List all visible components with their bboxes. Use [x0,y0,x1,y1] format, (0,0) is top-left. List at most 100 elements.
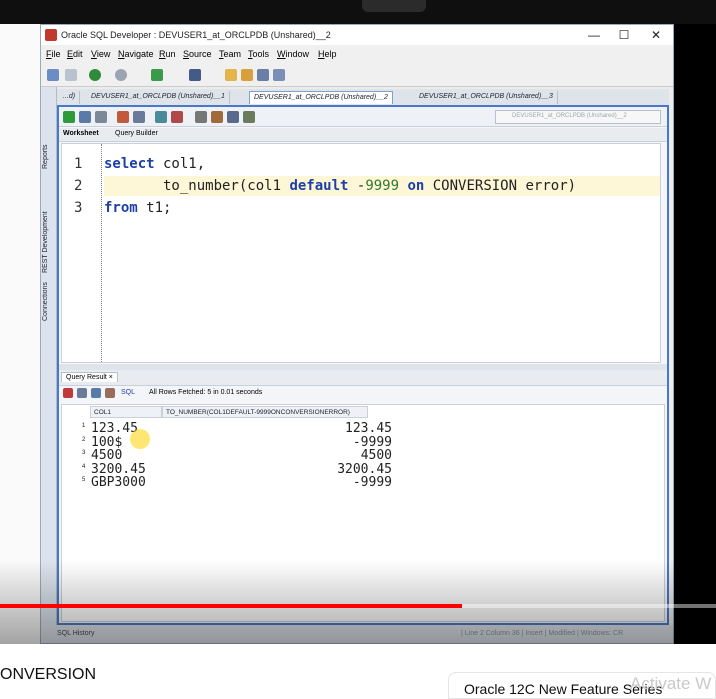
mouse-cursor-highlight [130,429,150,449]
menu-team[interactable]: Team [219,49,241,59]
main-toolbar [41,63,673,87]
row-number: 1 [82,423,86,429]
run-script-icon[interactable] [79,111,91,123]
menu-run[interactable]: Run [159,49,176,59]
refresh-icon[interactable] [105,388,115,398]
table-row[interactable]: 4 3200.45 3200.45 [62,462,392,477]
sql-button[interactable]: SQL [121,389,135,396]
open-icon[interactable] [241,69,253,81]
video-letterbox-right [674,24,716,644]
side-tab-connections[interactable]: Connections [42,267,56,337]
result-toolbar: SQL All Rows Fetched: 5 in 0.01 seconds [59,386,667,402]
doc-tab-3[interactable]: DEVUSER1_at_ORCLPDB (Unshared)__3 [415,91,558,104]
sql-editor[interactable]: 1 select col1, 2 to_number(col1 default -9… [61,143,661,363]
menu-help[interactable]: Help [318,49,337,59]
autotrace-icon[interactable] [133,111,145,123]
menu-file[interactable]: File [46,49,61,59]
table-row[interactable]: 1 123.45 123.45 [62,421,392,436]
line-number: 1 [74,156,83,172]
menu-window[interactable]: Window [277,49,309,59]
sql-text: CONVERSION error) [424,178,577,194]
status-bar: SQL History | Line 2 Column 36 | Insert … [41,625,673,643]
save-all-icon[interactable] [273,69,285,81]
cell-col1: GBP3000 [91,475,146,491]
col-header-col1[interactable]: COL1 [90,406,162,418]
format-icon[interactable] [211,111,223,123]
query-result-label: Query Result [66,374,107,381]
run-statement-icon[interactable] [63,111,75,123]
sql-text: t1; [137,200,172,216]
minimize-button[interactable]: — [579,26,609,44]
redo-icon[interactable] [65,69,77,81]
explain-icon[interactable] [117,111,129,123]
unshared-icon[interactable] [243,111,255,123]
search-pill[interactable] [362,0,426,12]
cell-to-number: -9999 [352,475,392,491]
sql-keyword: from [104,200,138,216]
video-title-fragment: ONVERSION [0,666,97,683]
maximize-button[interactable]: ☐ [609,26,639,44]
windows-watermark: Activate W [630,674,712,693]
commit-icon[interactable] [95,111,107,123]
line-number: 3 [74,200,83,216]
side-panel-tabs: Reports REST Development Connections [41,87,57,627]
clear-icon[interactable] [171,111,183,123]
line-number: 2 [74,178,83,194]
app-icon [45,29,57,41]
sql-text: - [348,178,366,194]
connection-select[interactable]: DEVUSER1_at_ORCLPDB (Unshared)__2 [495,110,661,124]
col-header-to-number[interactable]: TO_NUMBER(COL1DEFAULT-9999ONCONVERSIONER… [162,406,368,418]
sql-keyword: default [289,178,349,194]
doc-tab-1[interactable]: DEVUSER1_at_ORCLPDB (Unshared)__1 [87,91,230,104]
connect-icon[interactable] [151,69,163,81]
save-icon[interactable] [257,69,269,81]
video-below-area: ONVERSION Oracle 12C New Feature Series … [0,644,716,699]
export-icon[interactable] [91,388,101,398]
undo-icon[interactable] [47,69,59,81]
table-row[interactable]: 3 4500 4500 [62,448,392,463]
side-tab-reports[interactable]: Reports [42,127,56,187]
result-grid: COL1 TO_NUMBER(COL1DEFAULT-9999ONCONVERS… [61,404,665,622]
row-number: 2 [82,436,86,443]
debug-icon[interactable] [189,69,201,81]
table-row[interactable]: 2 100$ -9999 [62,435,392,450]
menu-edit[interactable]: Edit [67,49,83,59]
new-file-icon[interactable] [225,69,237,81]
history-icon[interactable] [195,111,207,123]
pin-icon[interactable] [63,388,73,398]
doc-tab-prev[interactable]: ...d) [59,91,81,104]
forward-icon[interactable] [115,69,127,81]
back-icon[interactable] [89,69,101,81]
menu-navigate[interactable]: Navigate [118,49,154,59]
close-button[interactable]: ✕ [641,26,671,44]
document-tabs: ...d) DEVUSER1_at_ORCLPDB (Unshared)__1 … [57,89,669,105]
find-icon[interactable] [227,111,239,123]
menu-tools[interactable]: Tools [248,49,269,59]
sql-keyword: on [407,178,425,194]
code-line: select col1, [104,154,205,174]
sql-tuning-icon[interactable] [155,111,167,123]
worksheet-toolbar: DEVUSER1_at_ORCLPDB (Unshared)__2 [59,107,667,127]
tab-query-builder[interactable]: Query Builder [115,130,158,137]
table-row[interactable]: 5 GBP3000 -9999 [62,475,392,491]
menu-source[interactable]: Source [183,49,212,59]
doc-tab-2[interactable]: DEVUSER1_at_ORCLPDB (Unshared)__2 [249,91,393,104]
row-number: 5 [82,477,86,484]
menu-bar: File Edit View Navigate Run Source Team … [41,45,673,63]
video-progress-bar[interactable] [0,604,716,608]
sql-history-tab[interactable]: SQL History [57,630,94,637]
sql-text: to_number(col1 [104,178,290,194]
video-progress-fill [0,604,462,608]
video-letterbox-left [0,24,40,644]
code-line: from t1; [104,198,171,218]
window-title: Oracle SQL Developer : DEVUSER1_at_ORCLP… [61,30,331,40]
sql-keyword: select [104,156,155,172]
cursor-status: | Line 2 Column 36 | Insert | Modified |… [461,630,624,637]
sql-text: col1, [154,156,206,172]
tab-query-result[interactable]: Query Result × [61,372,118,382]
row-number: 3 [82,450,86,457]
tab-worksheet[interactable]: Worksheet [63,130,99,137]
print-icon[interactable] [77,388,87,398]
sql-number: 9999 [365,178,400,194]
menu-view[interactable]: View [91,49,110,59]
